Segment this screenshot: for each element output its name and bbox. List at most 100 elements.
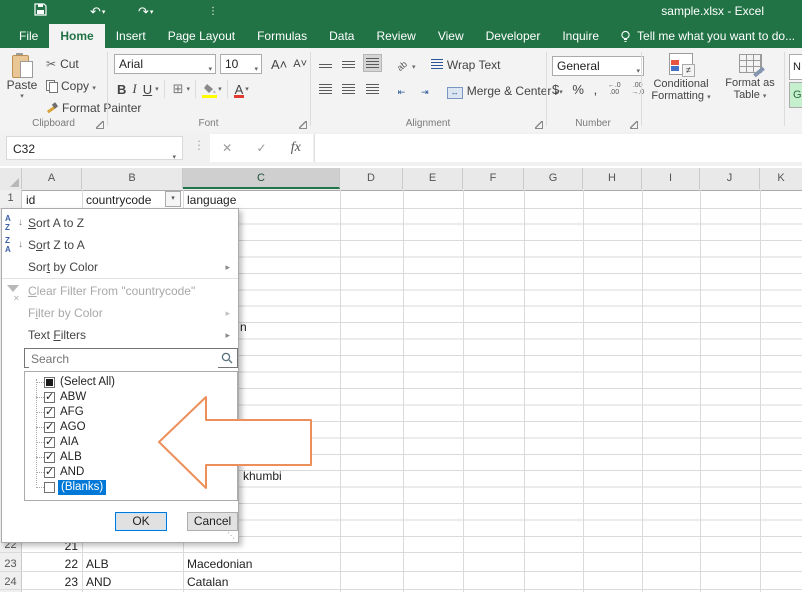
- font-size-combo[interactable]: 10▾: [220, 54, 262, 74]
- bold-button[interactable]: B: [114, 82, 129, 97]
- font-color-caret-icon[interactable]: ▾: [245, 85, 249, 93]
- orientation-caret-icon[interactable]: ▾: [412, 64, 416, 71]
- cancel-entry-icon[interactable]: ✕: [222, 141, 232, 155]
- font-color-button[interactable]: A: [233, 82, 246, 97]
- grow-font-button[interactable]: A˄: [268, 57, 290, 72]
- filter-search-box[interactable]: [24, 348, 238, 368]
- number-dialog-launcher[interactable]: [630, 121, 638, 129]
- underline-button[interactable]: U: [140, 82, 155, 97]
- insert-function-icon[interactable]: fx: [291, 140, 301, 156]
- undo-button[interactable]: ↶▾: [90, 2, 105, 22]
- increase-indent-button[interactable]: ⇥: [415, 80, 434, 98]
- col-header-c[interactable]: C: [183, 168, 340, 189]
- col-header-i[interactable]: I: [642, 168, 700, 189]
- filter-item[interactable]: ✓ ABW: [25, 390, 237, 405]
- checkbox-indeterminate[interactable]: [44, 377, 55, 388]
- checkbox-checked[interactable]: ✓: [44, 467, 55, 478]
- align-right-button[interactable]: [363, 80, 382, 98]
- cell-c1[interactable]: language: [187, 193, 236, 207]
- clipboard-dialog-launcher[interactable]: [96, 121, 104, 129]
- filter-item-blanks[interactable]: (Blanks): [25, 480, 237, 495]
- alignment-dialog-launcher[interactable]: [535, 121, 543, 129]
- col-header-h[interactable]: H: [583, 168, 642, 189]
- borders-caret-icon[interactable]: ▾: [187, 85, 191, 93]
- decrease-decimal-button[interactable]: .00→.0: [631, 82, 644, 96]
- font-dialog-launcher[interactable]: [299, 121, 307, 129]
- paste-caret-icon[interactable]: ▾: [4, 92, 40, 100]
- redo-caret-icon[interactable]: ▾: [150, 9, 154, 16]
- cell-c24[interactable]: Catalan: [187, 573, 228, 591]
- col-header-d[interactable]: D: [340, 168, 403, 189]
- comma-style-button[interactable]: ,: [594, 82, 598, 97]
- cell-b24[interactable]: AND: [86, 573, 111, 591]
- increase-decimal-button[interactable]: ←.0.00: [608, 82, 621, 96]
- tab-insert[interactable]: Insert: [105, 24, 157, 48]
- col-header-b[interactable]: B: [82, 168, 183, 189]
- checkbox-checked[interactable]: ✓: [44, 452, 55, 463]
- tab-file[interactable]: File: [8, 24, 49, 48]
- tab-formulas[interactable]: Formulas: [246, 24, 318, 48]
- filter-item[interactable]: ✓ AFG: [25, 405, 237, 420]
- cell-b1[interactable]: countrycode: [86, 193, 151, 207]
- filter-item[interactable]: ✓ AND: [25, 465, 237, 480]
- accounting-caret-icon[interactable]: ▾: [559, 89, 563, 96]
- cancel-button[interactable]: Cancel: [187, 512, 238, 531]
- resize-grip[interactable]: ⋱: [227, 532, 235, 540]
- copy-button[interactable]: Copy ▾: [46, 76, 96, 96]
- top-align-button[interactable]: [316, 54, 335, 72]
- formula-input[interactable]: [314, 134, 802, 162]
- middle-align-button[interactable]: [339, 54, 358, 72]
- italic-button[interactable]: I: [129, 81, 139, 97]
- decrease-indent-button[interactable]: ⇤: [392, 80, 411, 98]
- cell-a1[interactable]: id: [26, 193, 35, 207]
- percent-style-button[interactable]: %: [572, 82, 584, 97]
- wrap-text-button[interactable]: Wrap Text: [431, 58, 501, 72]
- row-header-1[interactable]: 1: [0, 192, 21, 204]
- ok-button[interactable]: OK: [115, 512, 167, 531]
- filter-item[interactable]: ✓ ALB: [25, 450, 237, 465]
- menu-filter-by-color[interactable]: Filter by Color ▸: [2, 303, 238, 323]
- checkbox-checked[interactable]: ✓: [44, 407, 55, 418]
- align-center-button[interactable]: [339, 80, 358, 98]
- format-painter-button[interactable]: Format Painter: [46, 98, 141, 118]
- cut-button[interactable]: ✂Cut: [46, 54, 79, 74]
- cell-a24[interactable]: 23: [22, 573, 78, 591]
- row-23[interactable]: 23 22 ALB Macedonian: [0, 553, 802, 572]
- filter-item[interactable]: ✓ AGO: [25, 420, 237, 435]
- col-header-j[interactable]: J: [700, 168, 760, 189]
- number-format-combo[interactable]: General▾: [552, 56, 644, 76]
- merge-center-button[interactable]: ↔Merge & Center ▾: [447, 84, 559, 98]
- cell-style-good[interactable]: G: [789, 82, 802, 108]
- cell-style-normal[interactable]: N: [789, 54, 802, 80]
- tab-view[interactable]: View: [427, 24, 475, 48]
- menu-sort-a-to-z[interactable]: AZ↓ Sort A to Z: [2, 213, 238, 233]
- menu-text-filters[interactable]: Text Filters ▸: [2, 325, 238, 345]
- menu-sort-z-to-a[interactable]: ZA↓ Sort Z to A: [2, 235, 238, 255]
- col-header-g[interactable]: G: [524, 168, 583, 189]
- redo-button[interactable]: ↷▾: [138, 2, 153, 22]
- tell-me-box[interactable]: Tell me what you want to do...: [620, 24, 795, 48]
- checkbox-unchecked[interactable]: [44, 482, 55, 493]
- filter-search-input[interactable]: [29, 350, 218, 368]
- col-header-a[interactable]: A: [22, 168, 82, 189]
- conditional-formatting-button[interactable]: ≠ Conditional Formatting ▾: [646, 52, 716, 104]
- select-all-corner[interactable]: [0, 168, 22, 189]
- tab-page-layout[interactable]: Page Layout: [157, 24, 246, 48]
- checkbox-checked[interactable]: ✓: [44, 437, 55, 448]
- tab-developer[interactable]: Developer: [475, 24, 552, 48]
- paste-button[interactable]: Paste ▾: [4, 54, 40, 126]
- filter-item-select-all[interactable]: (Select All): [25, 375, 237, 390]
- save-icon[interactable]: [34, 2, 47, 22]
- col-header-e[interactable]: E: [403, 168, 463, 189]
- underline-caret-icon[interactable]: ▾: [155, 85, 159, 93]
- undo-caret-icon[interactable]: ▾: [102, 9, 106, 16]
- enter-entry-icon[interactable]: ✓: [256, 141, 266, 155]
- tab-inquire[interactable]: Inquire: [551, 24, 610, 48]
- shrink-font-button[interactable]: A˅: [290, 58, 310, 70]
- fill-color-button[interactable]: [201, 82, 218, 97]
- format-as-table-button[interactable]: Format as Table ▾: [718, 52, 782, 103]
- borders-button[interactable]: ⊞: [170, 81, 187, 97]
- row-header-24[interactable]: 24: [0, 573, 21, 591]
- menu-clear-filter[interactable]: ✕ Clear Filter From "countrycode": [2, 281, 238, 301]
- fill-color-caret-icon[interactable]: ▾: [218, 85, 222, 93]
